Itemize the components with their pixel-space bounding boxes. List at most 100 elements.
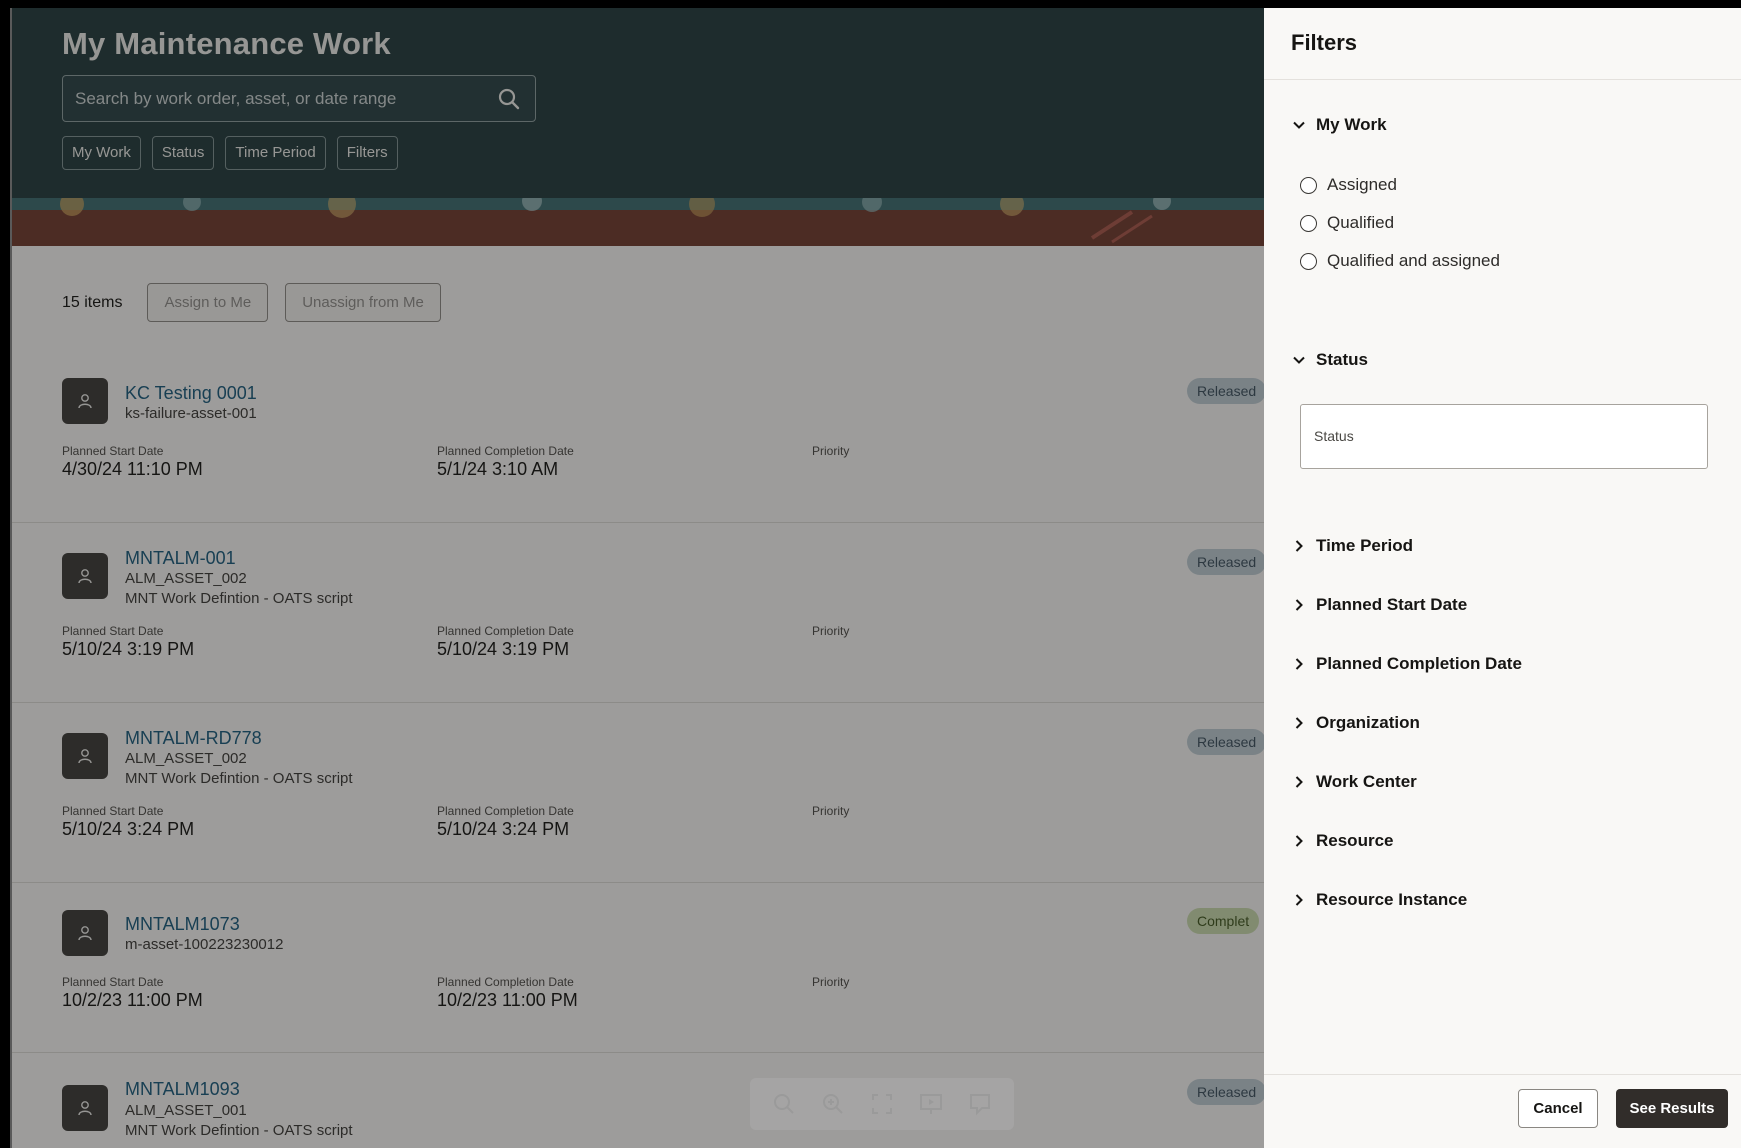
avatar: [62, 1085, 108, 1131]
planned-completion-value: 5/1/24 3:10 AM: [437, 459, 559, 479]
comment-icon[interactable]: [967, 1091, 993, 1117]
radio-button[interactable]: [1300, 176, 1317, 194]
table-row[interactable]: MNTALM-RD778 ALM_ASSET_002 MNT Work Defi…: [12, 703, 1267, 883]
section-planned-start-date[interactable]: Planned Start Date: [1292, 595, 1467, 615]
priority-label: Priority: [812, 975, 850, 989]
radio-label: Qualified and assigned: [1327, 251, 1500, 270]
chip-time-period[interactable]: Time Period: [225, 136, 326, 170]
planned-completion-value: 5/10/24 3:19 PM: [437, 639, 570, 659]
radio-assigned[interactable]: Assigned: [1300, 175, 1397, 195]
radio-button[interactable]: [1300, 214, 1317, 232]
asset-name: ALM_ASSET_002: [125, 750, 247, 767]
planned-completion-label: Planned Completion Date: [437, 975, 574, 989]
work-order-link[interactable]: MNTALM1093: [125, 1079, 240, 1100]
section-my-work[interactable]: My Work: [1292, 115, 1387, 135]
filter-chips: My Work Status Time Period Filters: [62, 136, 398, 170]
chevron-right-icon: [1295, 540, 1303, 552]
section-work-center[interactable]: Work Center: [1292, 772, 1417, 792]
person-icon: [78, 569, 92, 584]
asset-name: m-asset-100223230012: [125, 936, 284, 953]
viewer-toolbar: [750, 1078, 1014, 1130]
unassign-from-me-button[interactable]: Unassign from Me: [285, 283, 441, 322]
table-row[interactable]: MNTALM-001 ALM_ASSET_002 MNT Work Defint…: [12, 523, 1267, 703]
planned-start-value: 5/10/24 3:24 PM: [62, 819, 195, 839]
section-planned-completion-date[interactable]: Planned Completion Date: [1292, 654, 1522, 674]
section-label: Work Center: [1316, 772, 1417, 791]
work-order-link[interactable]: KC Testing 0001: [125, 383, 257, 404]
priority-label: Priority: [812, 624, 850, 638]
planned-start-label: Planned Start Date: [62, 804, 164, 818]
work-order-link[interactable]: MNTALM-001: [125, 548, 236, 569]
filters-panel-header: Filters: [1264, 8, 1741, 80]
asset-name: ALM_ASSET_001: [125, 1102, 247, 1119]
section-resource[interactable]: Resource: [1292, 831, 1393, 851]
priority-label: Priority: [812, 804, 850, 818]
chip-my-work[interactable]: My Work: [62, 136, 141, 170]
chevron-right-icon: [1295, 835, 1303, 847]
radio-button[interactable]: [1300, 252, 1317, 270]
table-row[interactable]: MNTALM1093 ALM_ASSET_001 MNT Work Defint…: [12, 1053, 1267, 1148]
chevron-right-icon: [1295, 717, 1303, 729]
table-row[interactable]: KC Testing 0001 ks-failure-asset-001 Pla…: [12, 343, 1267, 523]
section-status[interactable]: Status: [1292, 350, 1368, 370]
status-badge: Released: [1187, 549, 1267, 575]
person-icon: [78, 926, 92, 941]
avatar: [62, 910, 108, 956]
priority-label: Priority: [812, 444, 850, 458]
section-label: Planned Completion Date: [1316, 654, 1522, 673]
person-icon: [78, 749, 92, 764]
filters-title: Filters: [1291, 30, 1358, 55]
assign-to-me-button[interactable]: Assign to Me: [147, 283, 269, 322]
filters-panel-footer: Cancel See Results: [1264, 1074, 1741, 1148]
chevron-right-icon: [1295, 658, 1303, 670]
zoom-in-icon[interactable]: [820, 1091, 846, 1117]
planned-completion-label: Planned Completion Date: [437, 804, 574, 818]
planned-start-label: Planned Start Date: [62, 444, 164, 458]
section-time-period[interactable]: Time Period: [1292, 536, 1413, 556]
search-box[interactable]: [62, 75, 536, 122]
status-badge: Released: [1187, 729, 1267, 755]
status-badge: Complet: [1187, 908, 1260, 934]
status-badge: Released: [1187, 1079, 1267, 1105]
section-label: My Work: [1316, 115, 1387, 134]
chevron-right-icon: [1295, 776, 1303, 788]
chip-status[interactable]: Status: [151, 136, 215, 170]
section-resource-instance[interactable]: Resource Instance: [1292, 890, 1467, 910]
person-icon: [78, 1101, 92, 1116]
fullscreen-icon[interactable]: [869, 1091, 895, 1117]
search-input[interactable]: [75, 76, 475, 121]
status-select[interactable]: Status: [1300, 404, 1708, 469]
planned-start-value: 4/30/24 11:10 PM: [62, 459, 203, 479]
planned-start-label: Planned Start Date: [62, 624, 164, 638]
section-label: Organization: [1316, 713, 1420, 732]
section-label: Time Period: [1316, 536, 1413, 555]
page-title: My Maintenance Work: [62, 26, 391, 61]
avatar: [62, 553, 108, 599]
person-icon: [78, 394, 92, 409]
chip-filters[interactable]: Filters: [336, 136, 398, 170]
avatar: [62, 733, 108, 779]
search-icon[interactable]: [497, 87, 521, 111]
work-definition: MNT Work Defintion - OATS script: [125, 770, 353, 787]
see-results-button[interactable]: See Results: [1616, 1089, 1728, 1128]
search-icon[interactable]: [771, 1091, 797, 1117]
avatar: [62, 378, 108, 424]
asset-name: ks-failure-asset-001: [125, 405, 257, 422]
present-icon[interactable]: [918, 1091, 944, 1117]
app-frame: My Maintenance Work My Work Status Time …: [10, 8, 1741, 1148]
chevron-down-icon: [1293, 121, 1305, 129]
section-label: Status: [1316, 350, 1368, 369]
radio-qualified-and-assigned[interactable]: Qualified and assigned: [1300, 251, 1500, 271]
cancel-button[interactable]: Cancel: [1518, 1089, 1598, 1128]
asset-name: ALM_ASSET_002: [125, 570, 247, 587]
section-label: Resource Instance: [1316, 890, 1468, 909]
section-organization[interactable]: Organization: [1292, 713, 1420, 733]
work-definition: MNT Work Defintion - OATS script: [125, 1122, 353, 1139]
table-row[interactable]: MNTALM1073 m-asset-100223230012 Planned …: [12, 883, 1267, 1053]
list-toolbar: 15 items Assign to Me Unassign from Me: [62, 283, 458, 322]
radio-qualified[interactable]: Qualified: [1300, 213, 1394, 233]
planned-completion-label: Planned Completion Date: [437, 624, 574, 638]
work-order-link[interactable]: MNTALM-RD778: [125, 728, 262, 749]
work-order-link[interactable]: MNTALM1073: [125, 914, 240, 935]
chevron-right-icon: [1295, 599, 1303, 611]
